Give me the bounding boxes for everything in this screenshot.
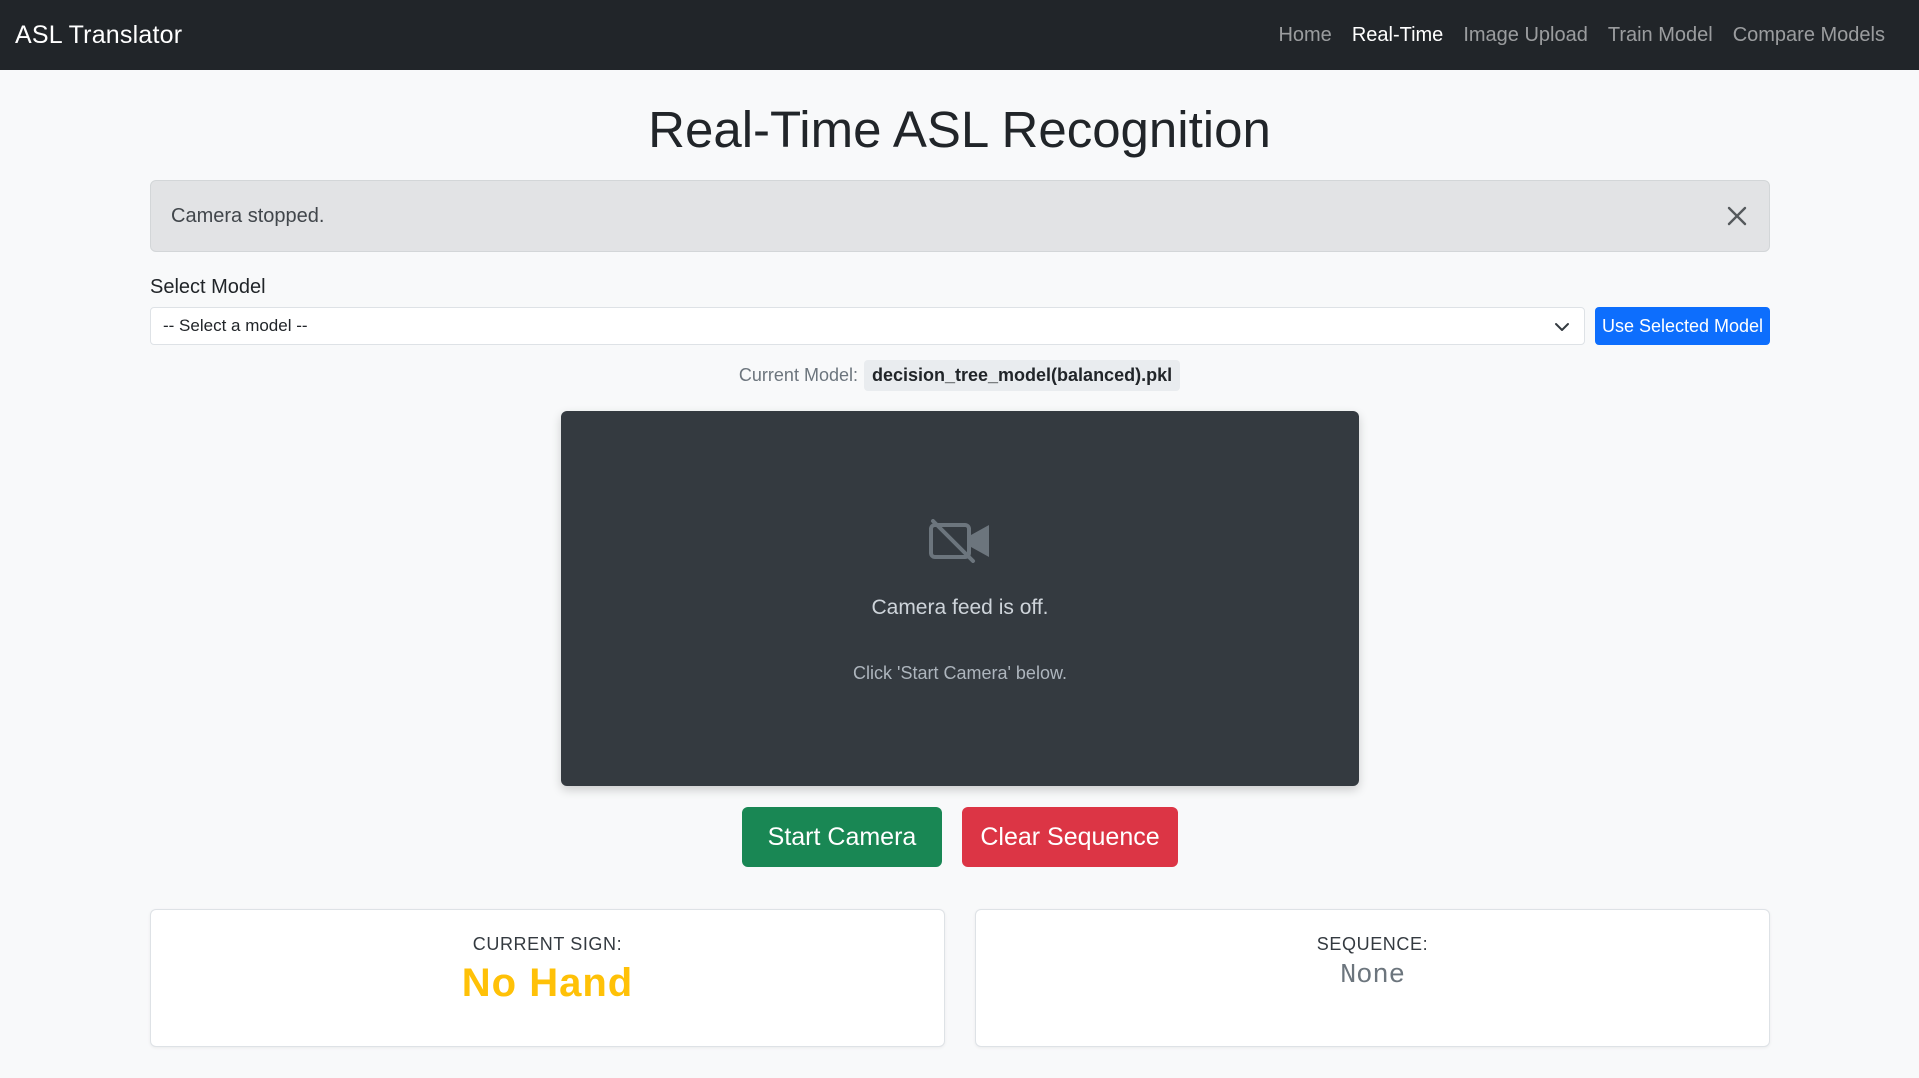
model-select-value: -- Select a model -- xyxy=(163,316,308,335)
current-sign-card: CURRENT SIGN: No Hand xyxy=(150,909,945,1047)
alert-message: Camera stopped. xyxy=(171,204,325,227)
camera-off-icon xyxy=(929,519,991,563)
current-model-label: Current Model: xyxy=(738,365,858,385)
current-sign-label: CURRENT SIGN: xyxy=(472,934,623,954)
current-sign-value: No Hand xyxy=(461,961,634,1005)
chevron-down-icon xyxy=(1554,319,1570,335)
current-model: Current Model: decision_tree_model(balan… xyxy=(0,360,1919,391)
camera-off-message: Camera feed is off. xyxy=(871,596,1049,619)
use-selected-model-button[interactable]: Use Selected Model xyxy=(1595,307,1770,345)
model-select[interactable]: -- Select a model -- xyxy=(150,307,1585,345)
clear-sequence-button[interactable]: Clear Sequence xyxy=(962,807,1178,867)
select-model-label: Select Model xyxy=(150,276,266,298)
close-icon[interactable] xyxy=(1723,202,1751,230)
navbar-brand[interactable]: ASL Translator xyxy=(15,21,182,50)
camera-hint: Click 'Start Camera' below. xyxy=(853,663,1067,683)
status-alert: Camera stopped. xyxy=(150,180,1770,252)
page-title: Real-Time ASL Recognition xyxy=(648,101,1271,158)
navbar: ASL Translator Home Real-Time Image Uplo… xyxy=(0,0,1919,70)
nav-link-compare-models[interactable]: Compare Models xyxy=(1723,24,1895,47)
nav-links: Home Real-Time Image Upload Train Model … xyxy=(1268,24,1895,47)
camera-feed: Camera feed is off. Click 'Start Camera'… xyxy=(561,411,1359,786)
nav-link-real-time[interactable]: Real-Time xyxy=(1342,24,1454,47)
sequence-card: SEQUENCE: None xyxy=(975,909,1770,1047)
current-model-value: decision_tree_model(balanced).pkl xyxy=(863,360,1181,391)
nav-link-image-upload[interactable]: Image Upload xyxy=(1453,24,1598,47)
sequence-label: SEQUENCE: xyxy=(1316,934,1429,954)
nav-link-train-model[interactable]: Train Model xyxy=(1598,24,1723,47)
sequence-value: None xyxy=(1340,961,1405,991)
start-camera-button[interactable]: Start Camera xyxy=(742,807,942,867)
nav-link-home[interactable]: Home xyxy=(1268,24,1341,47)
